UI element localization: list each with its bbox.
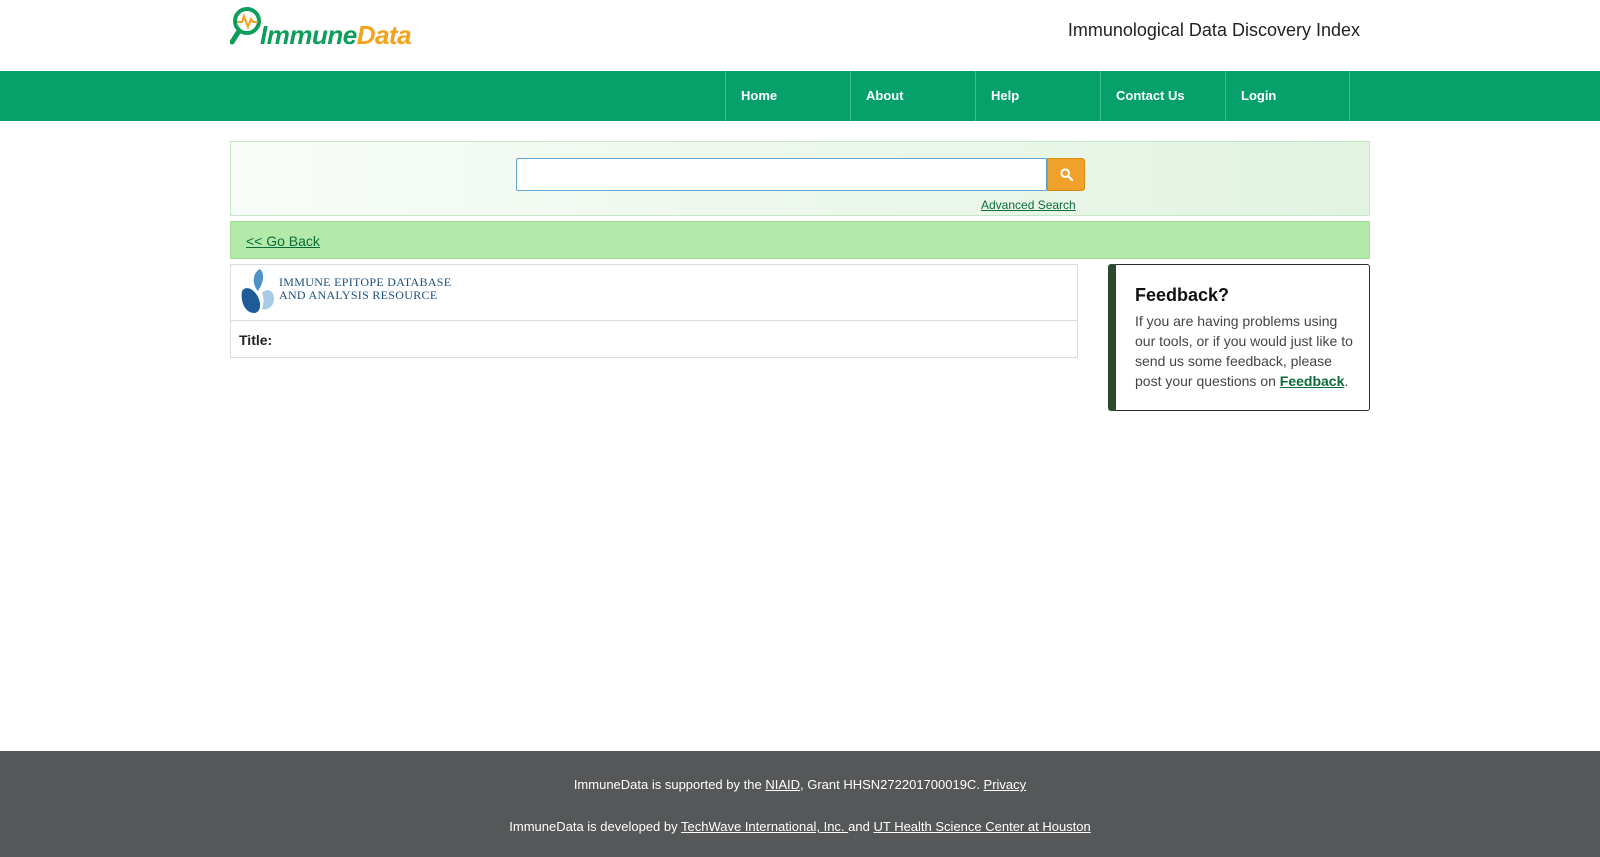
nav-login[interactable]: Login — [1225, 71, 1350, 121]
footer-support-text: ImmuneData is supported by the — [573, 777, 766, 792]
feedback-trailing: . — [1344, 373, 1349, 389]
nav-about[interactable]: About — [850, 71, 975, 121]
nav-home[interactable]: Home — [725, 71, 850, 121]
niaid-link[interactable]: NIAID — [765, 777, 800, 792]
feedback-box: Feedback? If you are having problems usi… — [1108, 264, 1370, 411]
page-header: ImmuneData Immunological Data Discovery … — [0, 0, 1600, 71]
advanced-search-link[interactable]: Advanced Search — [981, 198, 1076, 212]
iedb-logo-icon — [241, 269, 274, 313]
feedback-title: Feedback? — [1135, 285, 1230, 305]
techwave-link[interactable]: TechWave International, Inc. — [681, 819, 848, 834]
footer-support-line: ImmuneData is supported by the NIAID, Gr… — [0, 777, 1600, 792]
main-navbar: Home About Help Contact Us Login — [0, 71, 1600, 121]
uthealth-link[interactable]: UT Health Science Center at Houston — [873, 819, 1090, 834]
search-panel: Advanced Search — [230, 141, 1370, 216]
footer-grant-text: , Grant HHSN272201700019C. — [799, 777, 984, 792]
feedback-text: If you are having problems using our too… — [1135, 311, 1357, 391]
site-title: Immunological Data Discovery Index — [1067, 20, 1360, 40]
search-input[interactable] — [516, 158, 1047, 191]
page-footer: ImmuneData is supported by the NIAID, Gr… — [0, 751, 1600, 857]
privacy-link[interactable]: Privacy — [984, 777, 1027, 792]
go-back-link[interactable]: << Go Back — [246, 233, 320, 249]
nav-help[interactable]: Help — [975, 71, 1100, 121]
search-button[interactable] — [1047, 158, 1085, 191]
title-row: Title: — [239, 332, 272, 348]
result-panel: IMMUNE EPITOPE DATABASE AND ANALYSIS RES… — [230, 264, 1078, 358]
feedback-link[interactable]: Feedback — [1280, 373, 1345, 389]
search-icon — [1060, 168, 1073, 181]
nav-contact-us[interactable]: Contact Us — [1100, 71, 1225, 121]
go-back-bar: << Go Back — [230, 221, 1370, 259]
source-logo-row: IMMUNE EPITOPE DATABASE AND ANALYSIS RES… — [231, 265, 1077, 321]
footer-developer-line: ImmuneData is developed by TechWave Inte… — [0, 819, 1600, 834]
immunedata-logo[interactable]: ImmuneData — [230, 6, 412, 54]
footer-and-text: and — [848, 819, 874, 834]
logo-wordmark: ImmuneData — [260, 20, 412, 50]
iedb-logo-text: IMMUNE EPITOPE DATABASE AND ANALYSIS RES… — [279, 276, 451, 302]
footer-developer-text: ImmuneData is developed by — [509, 819, 681, 834]
title-label: Title: — [239, 332, 273, 348]
iedb-logo-line2: AND ANALYSIS RESOURCE — [279, 288, 438, 302]
nav-menu: Home About Help Contact Us Login — [725, 71, 1350, 121]
